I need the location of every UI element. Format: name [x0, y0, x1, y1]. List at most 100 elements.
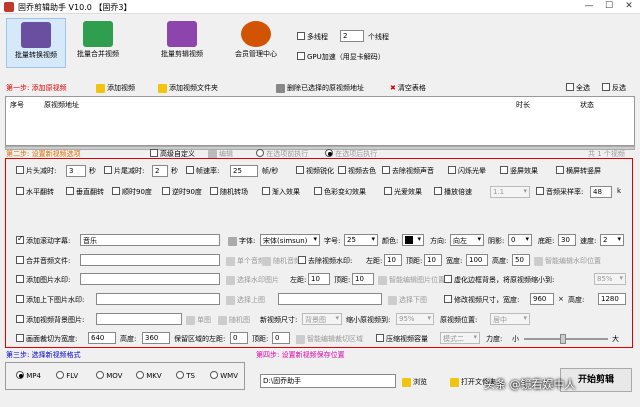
hflip-checkbox[interactable]: 水平翻转: [16, 187, 54, 197]
horizontal-scrollbar[interactable]: [5, 146, 635, 150]
format-mkv-radio[interactable]: MKV: [136, 371, 162, 380]
single-audio-button[interactable]: 单个音频: [226, 256, 265, 266]
cut-head-checkbox[interactable]: 片头减时:: [16, 166, 56, 176]
keep-left-input[interactable]: 0: [230, 332, 248, 344]
merge-audio-checkbox[interactable]: 合并音频文件:: [16, 256, 70, 266]
horiz-vert-checkbox[interactable]: 横屏转竖屏: [556, 166, 601, 176]
tool-merge-video[interactable]: 批量合并视频: [68, 21, 128, 59]
shrink-select[interactable]: 85%: [594, 273, 626, 285]
random-img-button[interactable]: 随机图: [218, 315, 250, 325]
crop-checkbox[interactable]: 画面裁切为宽度:: [16, 334, 77, 344]
strength-slider[interactable]: [524, 338, 608, 340]
shrink2-select[interactable]: 95%: [396, 313, 434, 325]
smart-wm-button[interactable]: 智能编辑水印位置: [534, 256, 601, 266]
video-table[interactable]: 序号 原视频地址 时长 状态: [5, 96, 635, 146]
remove-wm-checkbox[interactable]: 去除视频水印:: [298, 256, 352, 266]
multithread-checkbox[interactable]: 多线程: [297, 32, 328, 42]
add-folder-button[interactable]: 添加视频文件夹: [158, 83, 218, 93]
choose-bot-button[interactable]: 选择下图: [388, 295, 427, 305]
cut-head-input[interactable]: 3: [66, 165, 86, 177]
wm-top-input[interactable]: 10: [424, 254, 442, 266]
cut-tail-input[interactable]: 2: [152, 165, 168, 177]
crop-height-input[interactable]: 360: [142, 332, 170, 344]
format-flv-radio[interactable]: FLV: [56, 371, 78, 380]
light-checkbox[interactable]: 光爱效果: [384, 187, 422, 197]
tool-member-center[interactable]: 会员管理中心: [226, 21, 286, 59]
add-video-button[interactable]: 添加视频: [96, 83, 135, 93]
clear-table-button[interactable]: ✖ 清空表格: [390, 83, 426, 93]
wm-height-input[interactable]: 50: [512, 254, 530, 266]
virtual-border-checkbox[interactable]: 虚化边框背景，将原视频缩小到:: [444, 275, 554, 285]
invert-select-checkbox[interactable]: 反选: [602, 83, 626, 93]
minimize-button[interactable]: —: [580, 1, 598, 13]
wm-width-input[interactable]: 100: [466, 254, 488, 266]
resize-checkbox[interactable]: 修改视频尺寸，宽度:: [444, 295, 519, 305]
speed-select[interactable]: 1.1: [490, 186, 530, 198]
fade-checkbox[interactable]: 渐入效果: [262, 187, 300, 197]
speed-checkbox[interactable]: 播放倍速: [434, 187, 472, 197]
wm-left-input[interactable]: 10: [384, 254, 402, 266]
resize-width-input[interactable]: 960: [530, 293, 554, 305]
add-wm-checkbox[interactable]: 添加图片水印:: [16, 275, 70, 285]
add-bg-checkbox[interactable]: 添加视频背景图片:: [16, 315, 84, 325]
bg-image-input[interactable]: [96, 313, 182, 325]
sample-checkbox[interactable]: 音频采样率:: [536, 187, 583, 197]
sharpen-checkbox[interactable]: 视频锐化: [296, 166, 334, 176]
scroll-speed-select[interactable]: 2: [600, 234, 624, 246]
vert-blur-checkbox[interactable]: 竖屏效果: [500, 166, 538, 176]
bottom-image-input[interactable]: [278, 293, 382, 305]
pos-select[interactable]: 居中: [490, 313, 530, 325]
fps-checkbox[interactable]: 帧速率:: [186, 166, 219, 176]
crop-width-input[interactable]: 640: [88, 332, 116, 344]
subtitle-input[interactable]: 音乐: [80, 234, 220, 246]
direction-select[interactable]: 向左: [450, 234, 484, 246]
rot90r-checkbox[interactable]: 逆时90度: [162, 187, 202, 197]
shadow-select[interactable]: 0: [508, 234, 532, 246]
format-wmv-radio[interactable]: WMV: [210, 371, 238, 380]
select-all-checkbox[interactable]: 全选: [566, 83, 590, 93]
resize-height-input[interactable]: 1280: [598, 293, 626, 305]
choose-top-button[interactable]: 选择上图: [226, 295, 265, 305]
thread-count-input[interactable]: 2: [340, 30, 364, 42]
save-path-input[interactable]: D:\固乔助手: [260, 374, 396, 388]
decolor-checkbox[interactable]: 视频去色: [338, 166, 376, 176]
top-image-input[interactable]: [96, 293, 220, 305]
fps-input[interactable]: 25: [230, 165, 258, 177]
size-select[interactable]: 25: [344, 234, 378, 246]
close-button[interactable]: ✕: [620, 1, 638, 13]
random-transition-checkbox[interactable]: 随机转场: [210, 187, 248, 197]
single-img-button[interactable]: 单图: [186, 315, 211, 325]
vflip-checkbox[interactable]: 垂直翻转: [66, 187, 104, 197]
gpu-checkbox[interactable]: GPU加速（用显卡解码）: [297, 52, 385, 62]
img-left-input[interactable]: 10: [308, 273, 330, 285]
keep-top-input[interactable]: 0: [272, 332, 290, 344]
tool-edit-video[interactable]: 批量剪辑视频: [152, 21, 212, 59]
smart-img-button[interactable]: 智能编辑图片位置: [378, 275, 445, 285]
rot90-checkbox[interactable]: 顺时90度: [112, 187, 152, 197]
cut-tail-checkbox[interactable]: 片尾减时:: [104, 166, 144, 176]
merge-audio-input[interactable]: [80, 254, 220, 266]
choose-wm-button[interactable]: 选择水印图片: [226, 275, 279, 285]
sample-input[interactable]: 48: [590, 186, 612, 198]
compress-checkbox[interactable]: 压缩视频容量: [376, 334, 428, 344]
color-shift-checkbox[interactable]: 色彩变幻效果: [314, 187, 366, 197]
format-mp4-radio[interactable]: MP4: [16, 371, 41, 380]
add-topbot-checkbox[interactable]: 添加上下图片水印:: [16, 295, 84, 305]
color-select[interactable]: [402, 234, 424, 246]
remove-audio-checkbox[interactable]: 去除视频声音: [382, 166, 434, 176]
wm-image-input[interactable]: [80, 273, 220, 285]
delete-selected-button[interactable]: 删除已选择的原视频地址: [276, 83, 364, 93]
maximize-button[interactable]: ☐: [600, 1, 618, 13]
compress-mode-select[interactable]: 模式二: [440, 332, 480, 344]
img-top-input[interactable]: 10: [352, 273, 374, 285]
browse-button[interactable]: 浏览: [402, 377, 427, 387]
format-ts-radio[interactable]: TS: [176, 371, 195, 380]
random-audio-button[interactable]: 随机音频: [262, 256, 301, 266]
new-size-select[interactable]: 背景图: [302, 313, 342, 325]
smart-crop-button[interactable]: 智能编辑裁切区域: [296, 334, 363, 344]
bottom-input[interactable]: 30: [558, 234, 576, 246]
slider-thumb[interactable]: [560, 334, 566, 344]
subtitle-checkbox[interactable]: 添加滚动字幕:: [16, 234, 70, 246]
tool-convert-video[interactable]: 批量转换视频: [6, 18, 66, 68]
flash-checkbox[interactable]: 闪烁光晕: [448, 166, 486, 176]
